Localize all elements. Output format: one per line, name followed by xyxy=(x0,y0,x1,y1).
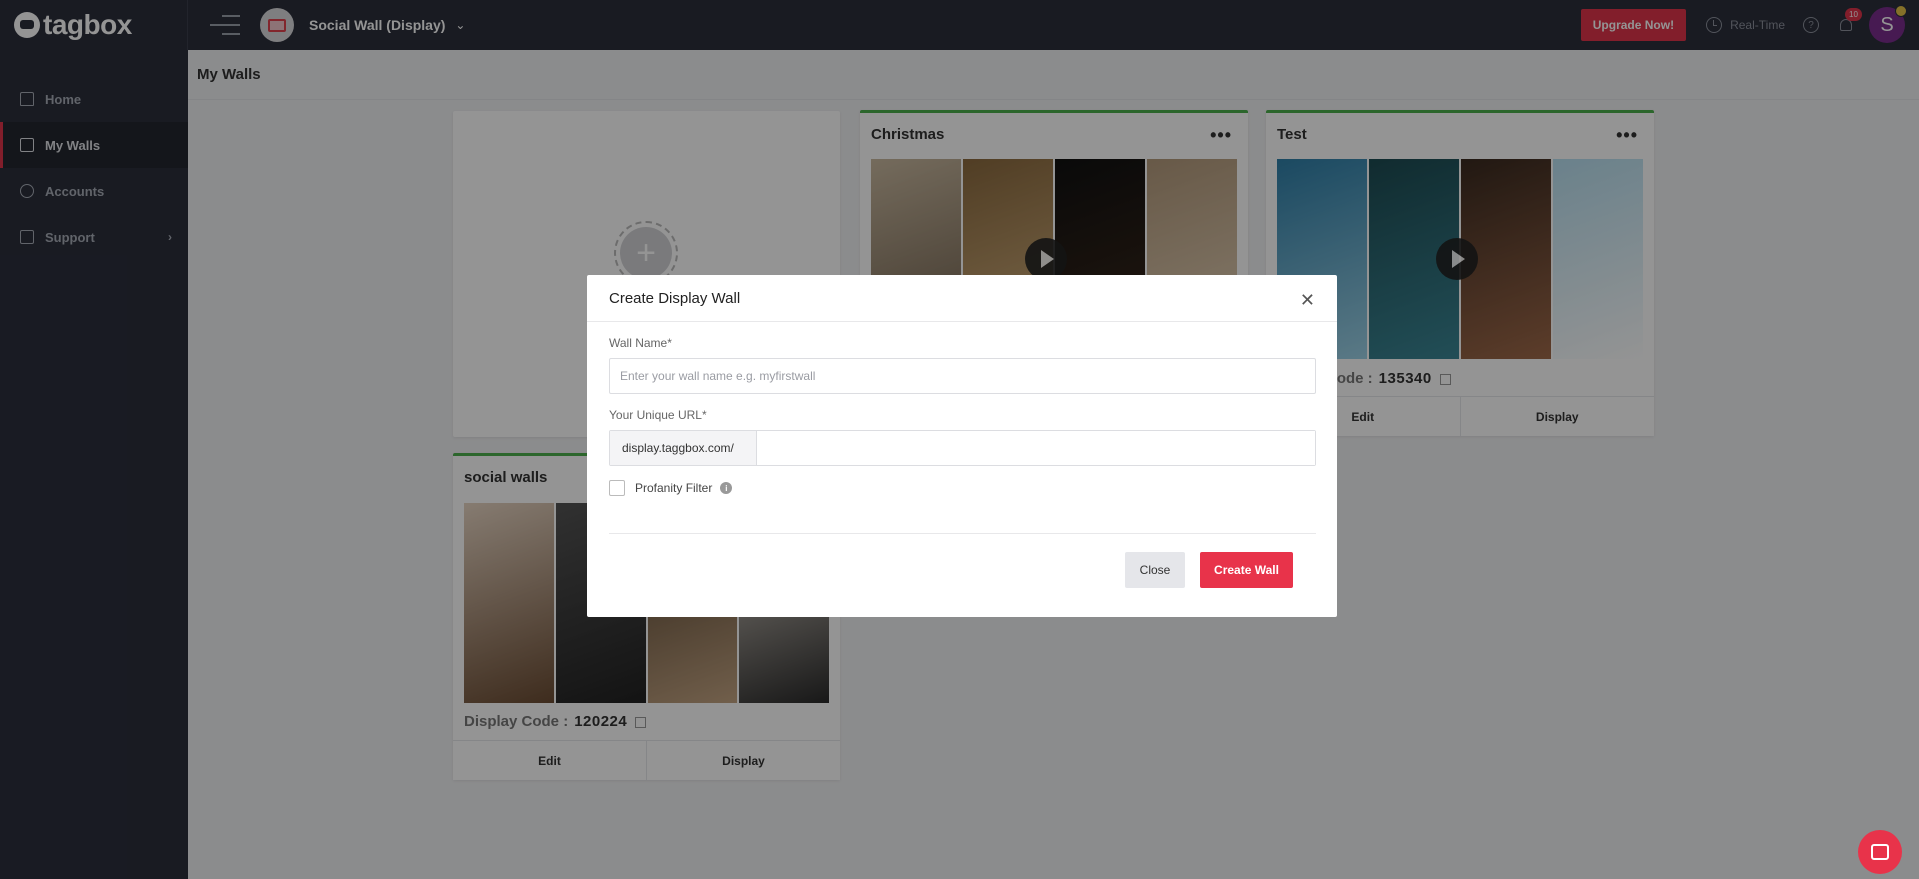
url-prefix: display.taggbox.com/ xyxy=(610,431,757,465)
wall-name-input[interactable] xyxy=(609,358,1316,394)
divider xyxy=(609,533,1316,534)
unique-url-field: display.taggbox.com/ xyxy=(609,430,1316,466)
unique-url-label: Your Unique URL* xyxy=(609,408,707,422)
create-display-wall-modal: Create Display Wall ✕ Wall Name* Your Un… xyxy=(587,275,1337,617)
wall-name-label: Wall Name* xyxy=(609,336,672,350)
unique-url-input[interactable] xyxy=(757,431,1315,465)
profanity-filter-label: Profanity Filter xyxy=(635,481,713,495)
chat-support-button[interactable] xyxy=(1858,830,1902,874)
modal-header: Create Display Wall xyxy=(587,275,1337,322)
close-icon[interactable]: ✕ xyxy=(1300,291,1315,309)
profanity-filter-row: Profanity Filter i xyxy=(609,480,733,496)
profanity-filter-checkbox[interactable] xyxy=(609,480,625,496)
info-icon[interactable]: i xyxy=(720,482,733,494)
chat-icon xyxy=(1871,844,1889,860)
close-button[interactable]: Close xyxy=(1125,552,1185,588)
modal-title: Create Display Wall xyxy=(609,289,741,307)
create-wall-button[interactable]: Create Wall xyxy=(1200,552,1293,588)
